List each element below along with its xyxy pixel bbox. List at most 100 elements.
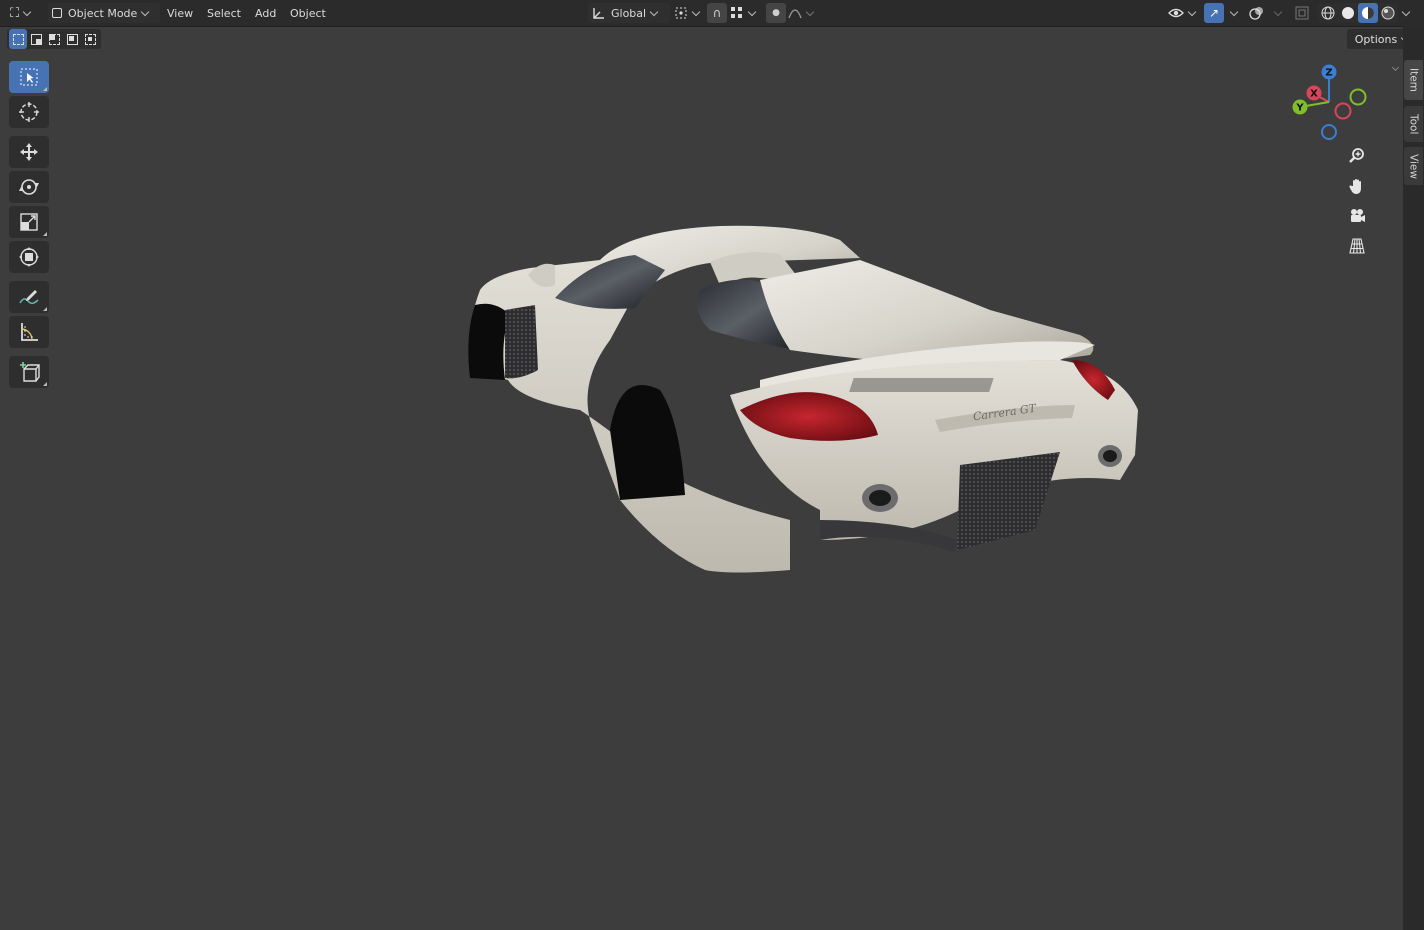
object-mode-icon <box>52 8 62 18</box>
gizmo-neg-z[interactable] <box>1321 124 1337 140</box>
gizmo-neg-y[interactable] <box>1349 88 1367 106</box>
camera-icon <box>1351 209 1365 222</box>
tab-item-label: Item <box>1407 68 1420 92</box>
transform-orientation-dropdown[interactable]: Global <box>588 3 670 23</box>
solid-shading-icon[interactable] <box>1338 3 1358 23</box>
xray-icon <box>1295 6 1309 20</box>
mode-label: Object Mode <box>68 6 138 20</box>
select-extend-icon <box>30 33 42 45</box>
move-icon <box>20 143 38 161</box>
annotate-icon <box>19 290 39 305</box>
viewport-header: ⛶ Object Mode View Select Add Object Glo… <box>0 0 1424 27</box>
zoom-icon <box>1349 148 1364 163</box>
gizmo-x-label: X <box>1310 89 1318 100</box>
car-side-intake <box>505 305 538 379</box>
select-new-icon <box>12 33 24 45</box>
select-intersect-button[interactable] <box>81 29 99 49</box>
car-rear-vent <box>849 378 994 392</box>
editor-type-icon: ⛶ <box>10 5 20 21</box>
overlays-toggle[interactable] <box>1249 3 1265 23</box>
proportional-edit-toggle[interactable]: ● <box>766 3 786 23</box>
zoom-button[interactable] <box>1343 142 1371 170</box>
rotate-icon <box>19 179 39 195</box>
proportional-edit-icon: ● <box>766 3 786 23</box>
tool-cursor[interactable] <box>9 96 49 128</box>
options-label: Options <box>1354 32 1398 46</box>
editor-type-button[interactable]: ⛶ <box>10 3 33 23</box>
menu-view[interactable]: View <box>161 3 199 23</box>
mode-dropdown[interactable]: Object Mode <box>48 3 160 23</box>
xray-toggle[interactable] <box>1294 3 1310 23</box>
tool-rotate[interactable] <box>9 171 49 203</box>
select-new-button[interactable] <box>9 29 27 49</box>
camera-view-button[interactable] <box>1343 202 1371 230</box>
select-extend-button[interactable] <box>27 29 45 49</box>
orientation-label: Global <box>611 6 647 20</box>
gizmo-neg-x[interactable] <box>1334 102 1352 120</box>
menu-select[interactable]: Select <box>201 3 247 23</box>
sidebar-tabs: Item Tool View <box>1403 26 1424 930</box>
overlays-icon <box>1249 7 1263 20</box>
shading-modes <box>1318 3 1398 23</box>
gizmo-toggle[interactable]: ↗ <box>1204 3 1224 23</box>
pan-button[interactable] <box>1343 172 1371 200</box>
select-intersect-icon <box>84 33 96 45</box>
gizmo-y-label: Y <box>1295 103 1304 114</box>
select-invert-icon <box>66 33 78 45</box>
orientation-icon <box>593 8 604 19</box>
perspective-toggle-button[interactable] <box>1343 232 1371 260</box>
measure-icon <box>21 323 38 341</box>
tool-add-cube[interactable] <box>9 356 49 388</box>
proportional-falloff-dropdown[interactable] <box>788 3 816 23</box>
select-box-icon <box>20 68 38 86</box>
add-cube-icon <box>20 362 40 382</box>
tab-tool-label: Tool <box>1407 113 1420 135</box>
shading-dropdown[interactable] <box>1398 3 1412 23</box>
menu-object[interactable]: Object <box>284 3 332 23</box>
gizmo-icon: ↗ <box>1204 3 1224 23</box>
tool-select-box[interactable] <box>9 61 49 93</box>
car-3d-model[interactable]: Carrera GT <box>460 220 1150 590</box>
gizmo-z-label: Z <box>1325 68 1332 79</box>
cursor-icon <box>19 102 39 122</box>
magnet-icon: ∩ <box>707 3 727 23</box>
tool-annotate[interactable] <box>9 281 49 313</box>
overlays-dropdown[interactable] <box>1270 3 1284 23</box>
visibility-dropdown[interactable] <box>1168 3 1198 23</box>
select-subtract-icon <box>48 33 60 45</box>
pivot-point-dropdown[interactable] <box>674 3 702 23</box>
material-preview-shading-icon[interactable] <box>1358 3 1378 23</box>
select-invert-button[interactable] <box>63 29 81 49</box>
gizmo-dropdown[interactable] <box>1226 3 1240 23</box>
snap-target-dropdown[interactable] <box>730 3 758 23</box>
sidebar-collapse-arrow[interactable] <box>1391 60 1401 72</box>
snap-grid-icon <box>731 7 742 18</box>
tab-view[interactable]: View <box>1404 147 1423 185</box>
falloff-curve-icon <box>788 9 802 19</box>
tab-tool[interactable]: Tool <box>1404 106 1423 142</box>
grid-perspective-icon <box>1349 238 1365 254</box>
select-subtract-button[interactable] <box>45 29 63 49</box>
rendered-shading-icon[interactable] <box>1378 3 1398 23</box>
tool-transform[interactable] <box>9 241 49 273</box>
car-lower-diffuser <box>820 520 957 552</box>
tool-measure[interactable] <box>9 316 49 348</box>
hand-icon <box>1349 179 1361 194</box>
wireframe-shading-icon[interactable] <box>1318 3 1338 23</box>
car-front-wheel-arch <box>468 303 510 380</box>
car-rear-wheel-arch <box>610 385 685 500</box>
navigation-gizmo[interactable]: Z X Y <box>1283 58 1373 148</box>
transform-icon <box>19 247 39 267</box>
menu-add[interactable]: Add <box>249 3 282 23</box>
tab-view-label: View <box>1407 153 1420 179</box>
tab-item[interactable]: Item <box>1404 60 1423 100</box>
snap-toggle[interactable]: ∩ <box>707 3 727 23</box>
car-rear-diffuser <box>957 452 1060 550</box>
tool-move[interactable] <box>9 136 49 168</box>
selection-mode-buttons <box>7 29 101 49</box>
pivot-icon <box>675 7 687 19</box>
scale-icon <box>20 213 38 231</box>
tool-scale[interactable] <box>9 206 49 238</box>
eye-icon <box>1168 8 1184 18</box>
car-exhaust-right-inner <box>1103 450 1117 462</box>
